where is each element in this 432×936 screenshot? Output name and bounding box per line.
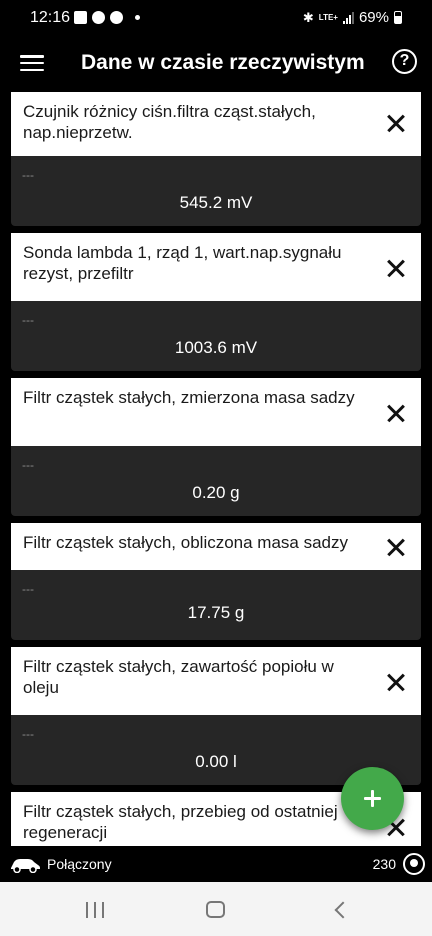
card-title: Filtr cząstek stałych, obliczona masa sa…: [23, 533, 349, 552]
card-body: --- 0.20 g: [11, 446, 421, 516]
card-value: 0.20 g: [192, 483, 240, 502]
card-title: Filtr cząstek stałych, zmierzona masa sa…: [23, 388, 355, 407]
card-value: 545.2 mV: [179, 193, 253, 212]
card-placeholder: ---: [22, 168, 34, 182]
live-data-card: Filtr cząstek stałych, zawartość popiołu…: [11, 647, 421, 785]
help-icon[interactable]: ?: [392, 49, 417, 74]
card-title: Filtr cząstek stałych, zawartość popiołu…: [23, 657, 334, 697]
card-body: --- 545.2 mV: [11, 156, 421, 226]
live-data-card: Czujnik różnicy ciśn.filtra cząst.stałyc…: [11, 92, 421, 226]
system-nav-bar: [0, 882, 432, 936]
lte-icon: LTE+: [318, 12, 338, 22]
close-icon[interactable]: [385, 671, 407, 693]
system-icons: ✱ LTE+ 69%: [303, 9, 402, 26]
data-counter: 230: [372, 856, 396, 872]
page-title: Dane w czasie rzeczywistym: [81, 51, 365, 74]
notification-dot-icon: [135, 15, 140, 20]
connection-status: Połączony: [47, 856, 112, 872]
recents-icon[interactable]: [86, 902, 104, 918]
card-header: Filtr cząstek stałych, obliczona masa sa…: [11, 523, 421, 570]
battery-icon: [394, 11, 402, 24]
card-value: 1003.6 mV: [174, 338, 258, 357]
add-parameter-button[interactable]: [341, 767, 404, 830]
status-time: 12:16: [30, 9, 71, 26]
card-value: 17.75 g: [187, 603, 245, 622]
card-title: Sonda lambda 1, rząd 1, wart.nap.sygnału…: [23, 243, 342, 283]
signal-icon: [342, 11, 354, 24]
close-icon[interactable]: [385, 536, 407, 558]
card-body: --- 17.75 g: [11, 570, 421, 640]
connection-bar: Połączony 230: [0, 846, 432, 882]
live-data-card: Filtr cząstek stałych, obliczona masa sa…: [11, 523, 421, 640]
battery-percent: 69%: [358, 9, 389, 26]
messenger-icon: [110, 11, 123, 24]
close-icon[interactable]: [385, 112, 407, 134]
gauge-icon[interactable]: [403, 853, 425, 875]
car-icon: [11, 859, 40, 873]
card-body: --- 1003.6 mV: [11, 301, 421, 371]
close-icon[interactable]: [385, 257, 407, 279]
live-data-list[interactable]: Czujnik różnicy ciśn.filtra cząst.stałyc…: [0, 92, 432, 846]
card-title: Filtr cząstek stałych, przebieg od ostat…: [23, 802, 338, 842]
hamburger-menu-icon[interactable]: [20, 53, 44, 73]
live-data-card: Sonda lambda 1, rząd 1, wart.nap.sygnału…: [11, 233, 421, 371]
card-placeholder: ---: [22, 582, 34, 596]
card-header: Czujnik różnicy ciśn.filtra cząst.stałyc…: [11, 92, 421, 156]
card-placeholder: ---: [22, 458, 34, 472]
status-bar: 12:16 ✱ LTE+ 69%: [0, 0, 432, 38]
close-icon[interactable]: [385, 402, 407, 424]
bluetooth-icon: ✱: [302, 9, 314, 25]
card-placeholder: ---: [22, 727, 34, 741]
home-icon[interactable]: [206, 901, 225, 918]
facebook-icon: [92, 11, 105, 24]
notification-icons: [74, 11, 140, 24]
live-data-card: Filtr cząstek stałych, zmierzona masa sa…: [11, 378, 421, 516]
app-bar: Dane w czasie rzeczywistym ?: [0, 38, 432, 92]
card-title: Czujnik różnicy ciśn.filtra cząst.stałyc…: [23, 102, 316, 142]
card-header: Sonda lambda 1, rząd 1, wart.nap.sygnału…: [11, 233, 421, 301]
card-header: Filtr cząstek stałych, zmierzona masa sa…: [11, 378, 421, 446]
card-placeholder: ---: [22, 313, 34, 327]
back-icon[interactable]: [332, 901, 350, 919]
card-header: Filtr cząstek stałych, zawartość popiołu…: [11, 647, 421, 715]
gallery-icon: [74, 11, 87, 24]
